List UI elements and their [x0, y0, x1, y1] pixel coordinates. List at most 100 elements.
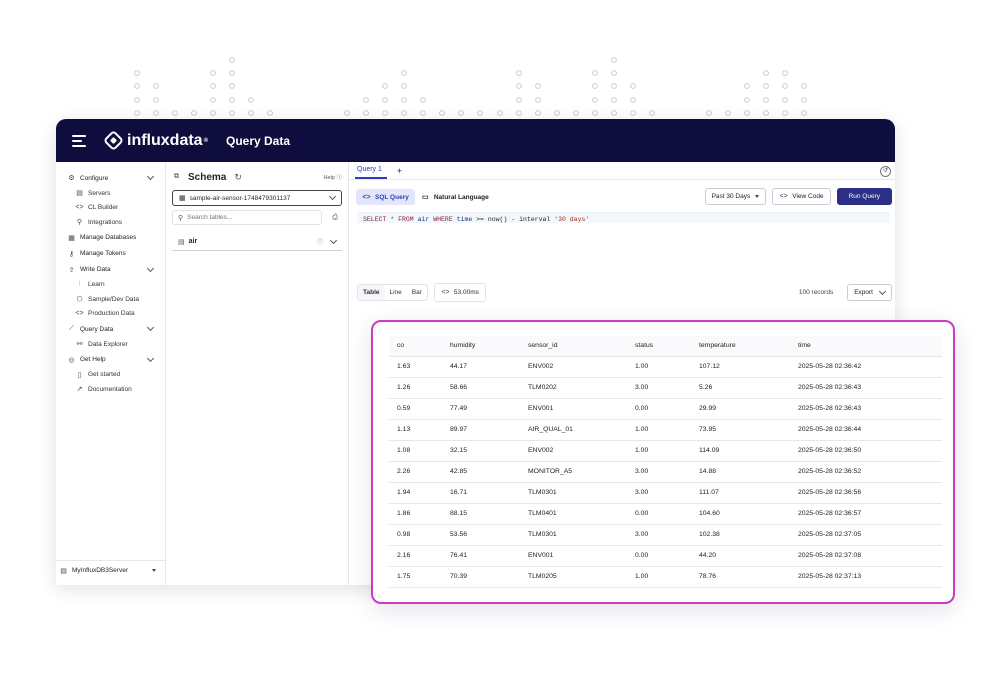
chevron-down-icon[interactable]	[146, 172, 155, 181]
chevron-down-icon[interactable]	[146, 323, 155, 332]
table-search-row: ⚲ ⎙	[172, 210, 342, 225]
table-cell-temperature: 14.88	[691, 461, 790, 483]
sidebar-item-servers[interactable]: ▤ Servers	[56, 186, 165, 201]
schema-header: ⧉ Schema ↻ Help ⓘ	[166, 162, 348, 184]
table-cell-humidity: 32.15	[442, 440, 520, 462]
influxdata-logo[interactable]: influxdata ®	[102, 129, 208, 152]
tab-line[interactable]: Line	[385, 285, 407, 300]
table-search-input[interactable]	[187, 214, 308, 221]
column-header-time[interactable]: time	[790, 336, 942, 357]
tab-table[interactable]: Table	[358, 285, 385, 300]
table-icon: ▤	[178, 238, 185, 246]
decorative-dot	[554, 110, 560, 116]
table-cell-temperature: 44.20	[691, 545, 790, 567]
table-row[interactable]: 0.59 77.49 ENV001 0.00 29.99 2025-05-28 02:36…	[389, 398, 942, 420]
column-header-sensor-id[interactable]: sensor_id	[520, 336, 627, 357]
table-cell-time: 2025-05-28 02:36:44	[790, 419, 942, 441]
table-body: 1.63 44.17 ENV002 1.00 107.12 2025-05-28 02:3…	[389, 356, 942, 588]
sidebar-section-manage-databases[interactable]: ▦ Manage Databases	[56, 230, 165, 246]
decorative-dot	[535, 97, 541, 103]
table-cell-temperature: 102.38	[691, 524, 790, 546]
sql-query-mode-button[interactable]: <> SQL Query	[356, 189, 415, 205]
sidebar-section-configure[interactable]: ⚙ Configure	[56, 170, 165, 186]
column-header-status[interactable]: status	[627, 336, 691, 357]
sidebar-section-get-help[interactable]: ◎ Get Help	[56, 352, 165, 368]
table-row[interactable]: 1.75 70.39 TLM0205 1.00 78.76 2025-05-28 02:3…	[389, 566, 942, 588]
decorative-dot	[763, 83, 769, 89]
decorative-dot	[630, 83, 636, 89]
table-row[interactable]: 2.16 76.41 ENV001 0.00 44.20 2025-05-28 02:37…	[389, 545, 942, 567]
table-cell-status: 3.00	[627, 482, 691, 504]
decorative-dot	[229, 70, 235, 76]
run-query-button[interactable]: Run Query	[836, 188, 892, 205]
chevron-down-icon[interactable]	[146, 354, 155, 362]
time-range-select[interactable]: Past 30 Days	[704, 188, 767, 205]
database-select[interactable]: ▦ sample-air-sensor-1748479301137	[172, 190, 342, 206]
view-code-button[interactable]: <> View Code	[772, 188, 831, 205]
tab-bar[interactable]: Bar	[407, 285, 427, 300]
decorative-dot	[458, 110, 464, 116]
table-row[interactable]: 1.26 58.66 TLM0202 3.00 5.26 2025-05-28 02:36…	[389, 377, 942, 399]
sidebar-item-data-explorer[interactable]: ⚯ Data Explorer	[56, 337, 165, 352]
table-cell-status: 1.00	[627, 419, 691, 441]
collapse-menu-icon[interactable]	[72, 134, 90, 148]
decorative-dot	[153, 110, 159, 116]
tab-query-1[interactable]: Query 1	[355, 166, 387, 179]
decorative-dot	[210, 83, 216, 89]
natural-language-mode-button[interactable]: ▭ Natural Language	[415, 189, 495, 205]
history-icon[interactable]: ↺	[880, 166, 891, 177]
decorative-dot	[401, 70, 407, 76]
table-row[interactable]: 1.13 89.97 AIR_QUAL_01 1.00 73.95 2025-05-28 …	[389, 419, 942, 441]
decorative-dot	[134, 83, 140, 89]
table-cell-co: 1.75	[389, 566, 442, 588]
table-cell-co: 1.08	[389, 440, 442, 462]
table-row[interactable]: 1.86 88.15 TLM0401 0.00 104.60 2025-05-28 02:…	[389, 503, 942, 525]
table-info-icon[interactable]: ⓘ	[317, 237, 323, 246]
column-header-humidity[interactable]: humidity	[442, 336, 520, 357]
help-link[interactable]: Help ⓘ	[324, 173, 342, 181]
caret-down-icon	[755, 195, 760, 198]
sidebar-item-learn[interactable]: ⫶ Learn	[56, 278, 165, 293]
decorative-dot	[744, 83, 750, 89]
table-row[interactable]: 1.08 32.15 ENV002 1.00 114.09 2025-05-28 02:3…	[389, 440, 942, 462]
sidebar-item-get-started[interactable]: ▯ Get started	[56, 368, 165, 383]
table-cell-time: 2025-05-28 02:36:57	[790, 503, 942, 525]
sidebar-section-query-data[interactable]: ⟋ Query Data	[56, 321, 165, 337]
table-cell-sensor-id: ENV002	[520, 440, 627, 462]
table-cell-co: 0.98	[389, 524, 442, 546]
add-tab-button[interactable]: +	[397, 166, 402, 179]
table-cell-humidity: 16.71	[442, 482, 520, 504]
table-row[interactable]: 1.94 16.71 TLM0301 3.00 111.07 2025-05-28 02:…	[389, 482, 942, 504]
chevron-down-icon[interactable]	[329, 236, 338, 244]
table-row[interactable]: 0.98 53.56 TLM0301 3.00 102.38 2025-05-28 02:…	[389, 524, 942, 546]
sidebar: ⚙ Configure ▤ Servers <> CL Builder ⚲ Integrati…	[56, 162, 166, 585]
decorative-dot	[248, 110, 254, 116]
table-row[interactable]: 2.26 42.85 MONITOR_A5 3.00 14.88 2025-05-28 0…	[389, 461, 942, 483]
print-icon[interactable]: ⎙	[328, 214, 342, 222]
table-cell-temperature: 104.60	[691, 503, 790, 525]
table-cell-sensor-id: MONITOR_A5	[520, 461, 627, 483]
decorative-dot	[763, 97, 769, 103]
sidebar-item-integrations[interactable]: ⚲ Integrations	[56, 215, 165, 230]
table-row[interactable]: 1.63 44.17 ENV002 1.00 107.12 2025-05-28 02:3…	[389, 356, 942, 378]
query-mode-toggle: <> SQL Query ▭ Natural Language	[356, 189, 495, 205]
chevron-down-icon[interactable]	[146, 264, 155, 272]
sidebar-item-production-data[interactable]: <> Production Data	[56, 307, 165, 322]
decorative-dot	[497, 110, 503, 116]
sidebar-section-manage-tokens[interactable]: ⚷ Manage Tokens	[56, 246, 165, 262]
sidebar-item-sample-dev-data[interactable]: ⬡ Sample/Dev Data	[56, 292, 165, 307]
sql-editor[interactable]: SELECT * FROM air WHERE time >= now() - …	[357, 212, 890, 272]
refresh-icon[interactable]: ↻	[234, 172, 242, 183]
table-cell-humidity: 42.85	[442, 461, 520, 483]
decorative-dot	[382, 110, 388, 116]
table-item-air[interactable]: ▤ air ⓘ	[172, 233, 342, 251]
plug-icon: ⚲	[76, 219, 83, 227]
decorative-dot	[611, 70, 617, 76]
server-selector[interactable]: ▤ MyInfluxDB3Server	[56, 560, 166, 575]
export-button[interactable]: Export	[847, 284, 892, 301]
sidebar-section-write-data[interactable]: ⇪ Write Data	[56, 262, 165, 278]
sidebar-item-documentation[interactable]: ↗ Documentation	[56, 382, 165, 397]
sidebar-item-cl-builder[interactable]: <> CL Builder	[56, 201, 165, 216]
column-header-co[interactable]: co	[389, 336, 442, 357]
column-header-temperature[interactable]: temperature	[691, 336, 790, 357]
